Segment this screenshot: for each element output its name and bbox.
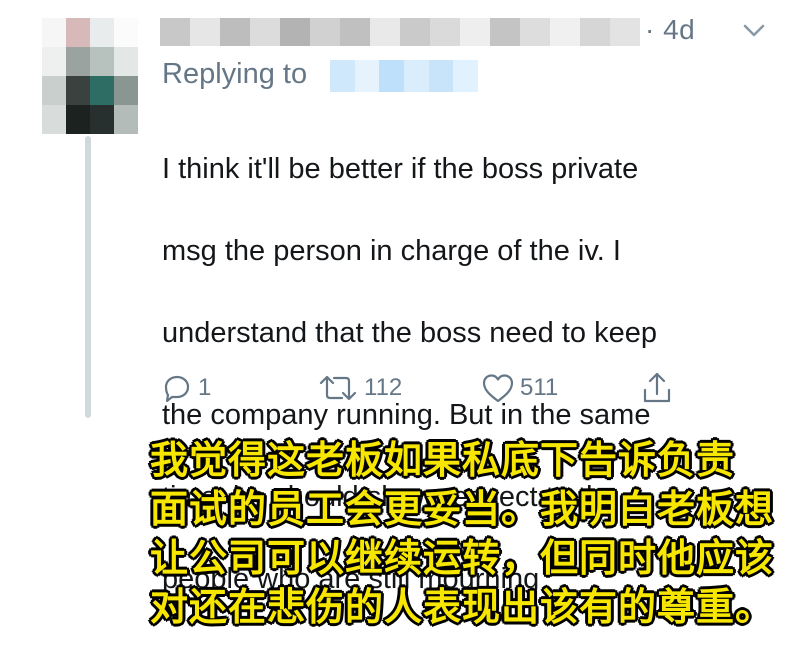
tweet-text-line: I think it'll be better if the boss priv… — [162, 153, 639, 185]
retweet-count: 112 — [364, 374, 403, 401]
author-name-redacted[interactable] — [160, 18, 640, 46]
caption-line: 我觉得这老板如果私底下告诉负责 — [150, 438, 736, 482]
caption-line: 对还在悲伤的人表现出该有的尊重。 — [150, 585, 775, 629]
reply-count: 1 — [198, 374, 212, 401]
caption-line: 让公司可以继续运转，但同时他应该 — [150, 536, 775, 580]
tweet-timestamp[interactable]: · 4d — [645, 14, 695, 46]
chevron-down-icon[interactable] — [742, 22, 766, 40]
avatar[interactable] — [42, 18, 138, 134]
reply-icon — [164, 375, 190, 403]
retweet-icon — [319, 375, 357, 401]
tweet-text-line: msg the person in charge of the iv. I — [162, 235, 621, 267]
reply-button[interactable]: 1 — [160, 368, 211, 408]
like-count: 511 — [520, 374, 559, 401]
share-icon — [643, 372, 671, 403]
like-button[interactable]: 511 — [480, 368, 558, 408]
like-icon — [482, 374, 514, 403]
retweet-button[interactable]: 112 — [316, 368, 402, 408]
thread-line — [85, 136, 91, 418]
tweet-actions: 1 112 511 — [160, 368, 720, 408]
translation-caption: 我觉得这老板如果私底下告诉负责 面试的员工会更妥当。我明白老板想 让公司可以继续… — [150, 436, 790, 632]
replying-to-label: Replying to — [162, 58, 308, 90]
reply-target-redacted[interactable] — [330, 60, 479, 92]
caption-line: 面试的员工会更妥当。我明白老板想 — [150, 487, 775, 531]
tweet-text-line: understand that the boss need to keep — [162, 317, 657, 349]
share-button[interactable] — [640, 368, 674, 408]
